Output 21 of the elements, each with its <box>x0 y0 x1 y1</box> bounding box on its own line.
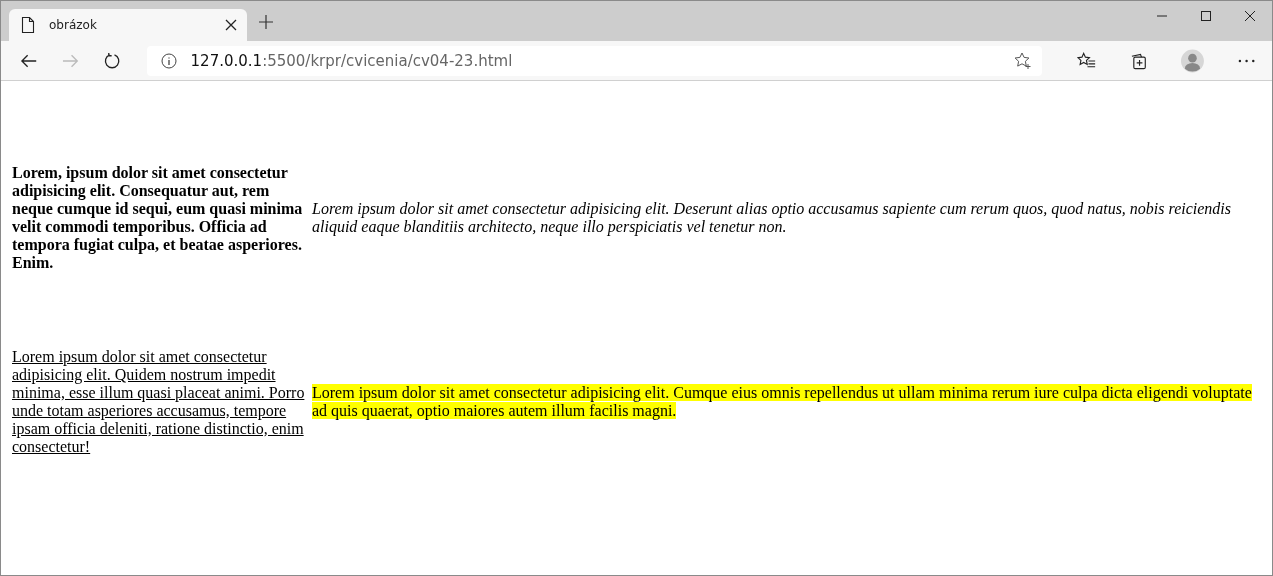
info-icon <box>160 52 177 69</box>
url-text: 127.0.0.1:5500/krpr/cvicenia/cv04-23.html <box>190 51 513 70</box>
favorites-icon[interactable] <box>1076 51 1096 70</box>
paragraph-text: Lorem ipsum dolor sit amet consectetur adipisicing elit. Quidem nostrum impedit minima, esse illum quasi placeat animi. Porro unde totam asperiores accusamus, tempore ipsam officia deleniti, ratione distinctio, enim consectetur! <box>12 348 306 456</box>
star-icon[interactable] <box>1013 51 1032 70</box>
paragraph-text: Lorem ipsum dolor sit amet consectetur adipisicing elit. Cumque eius omnis repellendus ut ullam minima rerum iure culpa dicta eligendi voluptate ad quis quaerat, optio maiores autem illum facilis magni. <box>312 384 1253 420</box>
page-icon <box>21 17 35 33</box>
paragraph-text: Lorem ipsum dolor sit amet consectetur adipisicing elit. Deserunt alias optio accusamus sapiente cum rerum quos, quod natus, nobis reiciendis aliquid eaque blanditiis architecto, neque illo perspiciatis vel tenetur non. <box>312 200 1233 236</box>
collections-icon[interactable] <box>1129 51 1147 70</box>
maximize-icon[interactable] <box>1200 10 1212 22</box>
close-icon[interactable] <box>1244 10 1256 22</box>
tab-title: obrázok <box>49 18 98 32</box>
reload-icon[interactable] <box>104 51 122 70</box>
browser-tab[interactable]: obrázok <box>9 9 247 41</box>
avatar-icon[interactable] <box>1180 48 1204 73</box>
address-bar[interactable]: 127.0.0.1:5500/krpr/cvicenia/cv04-23.html <box>146 45 1042 76</box>
paragraph-text: Lorem, ipsum dolor sit amet consectetur adipisicing elit. Consequatur aut, rem neque cumque id sequi, eum quasi minima velit commodi temporibus. Officia ad tempora fugiat culpa, et beatae asperiores. Enim. <box>12 164 304 272</box>
close-icon[interactable] <box>225 19 237 31</box>
back-icon[interactable] <box>20 52 38 69</box>
more-icon[interactable] <box>1237 58 1255 63</box>
new-tab-icon[interactable] <box>259 15 273 29</box>
